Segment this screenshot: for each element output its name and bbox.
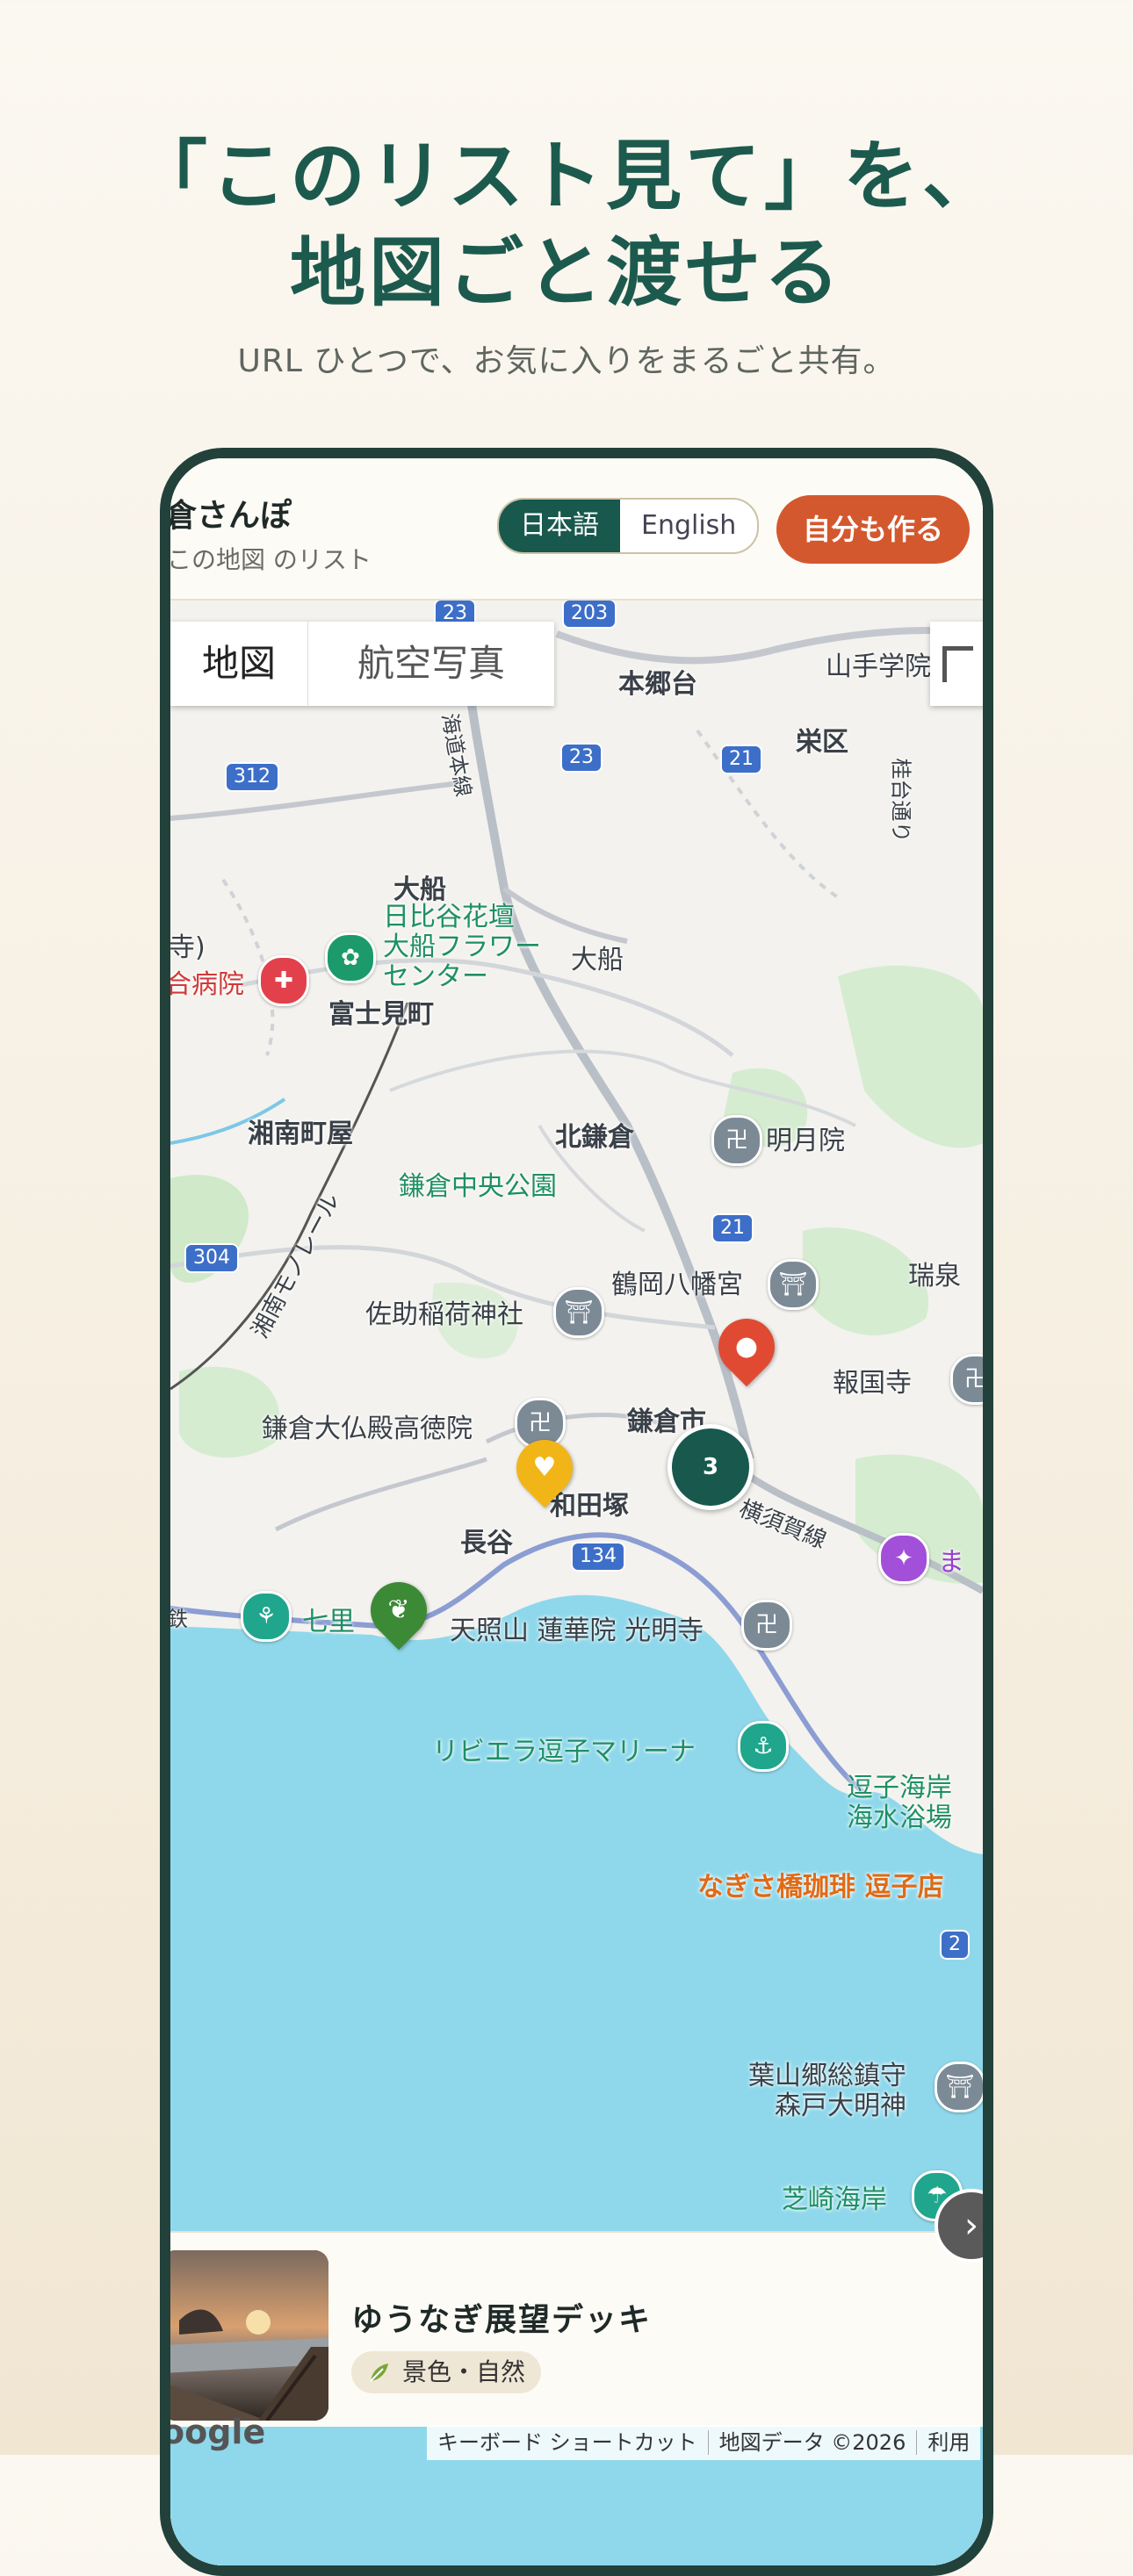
- fullscreen-icon: [942, 646, 973, 682]
- marina-icon[interactable]: ⚓: [738, 1721, 789, 1772]
- map-label: 瑞泉: [908, 1261, 961, 1292]
- hospital-icon[interactable]: ✚: [258, 955, 309, 1006]
- heart-pin-icon[interactable]: ♥: [504, 1428, 585, 1508]
- subheadline: URL ひとつで、お気に入りをまるごと共有。: [237, 343, 896, 379]
- lang-en-button[interactable]: English: [620, 500, 757, 552]
- map-type-map-button[interactable]: 地図: [170, 622, 307, 706]
- map-type-toggle: 地図 航空写真: [170, 622, 555, 706]
- temple-icon[interactable]: 卍: [741, 1600, 792, 1651]
- temple-icon[interactable]: 卍: [711, 1115, 762, 1166]
- keyboard-shortcuts-link[interactable]: キーボード ショートカット: [427, 2430, 709, 2455]
- map-label: 佐助稲荷神社: [365, 1299, 523, 1330]
- park-icon[interactable]: ⚘: [241, 1591, 292, 1642]
- map-label: 日比谷花壇 大船フラワー センター: [383, 902, 541, 992]
- road-shield: 23: [560, 743, 603, 773]
- road-shield: 134: [571, 1542, 625, 1572]
- shrine-icon[interactable]: ⛩: [553, 1287, 604, 1338]
- language-switcher: 日本語 English: [497, 498, 760, 554]
- map-label: 大船: [571, 945, 624, 975]
- shrine-icon[interactable]: ⛩: [935, 2062, 983, 2112]
- map-label: 葉山郷総鎮守 森戸大明神: [748, 2061, 906, 2121]
- place-photo: [170, 2250, 328, 2421]
- map-label: 本郷台: [618, 669, 697, 700]
- google-logo: oogle: [170, 2413, 266, 2451]
- leaf-icon: [370, 2364, 388, 2382]
- road-shield: 21: [711, 1213, 754, 1243]
- map-label: 合病院: [170, 969, 244, 1000]
- map-label: 富士見町: [328, 999, 434, 1030]
- list-subtitle: この地図 のリスト: [170, 545, 372, 574]
- map-label: 逗子海岸 海水浴場: [847, 1773, 952, 1833]
- map-label: なぎさ橋珈琲 逗子店: [697, 1872, 944, 1903]
- road-shield: 21: [720, 745, 762, 774]
- map-label: 報国寺: [833, 1368, 912, 1399]
- lang-ja-button[interactable]: 日本語: [499, 500, 620, 552]
- map-type-satellite-button[interactable]: 航空写真: [307, 622, 554, 706]
- map-label: ま: [938, 1547, 964, 1578]
- app-screen: 倉さんぽ この地図 のリスト 日本語 English 自分も作る 地図 航空写真…: [170, 458, 983, 2565]
- road-shield: 312: [225, 762, 279, 792]
- road-shield: 2: [940, 1930, 970, 1960]
- create-own-button[interactable]: 自分も作る: [776, 495, 971, 564]
- headline-line1: 「このリスト見て」を、: [132, 133, 1001, 220]
- map-data-label: 地図データ ©2026: [708, 2430, 918, 2455]
- flower-icon[interactable]: ✿: [325, 932, 376, 983]
- map-label: 北鎌倉: [555, 1122, 634, 1153]
- terms-link[interactable]: 利用: [917, 2430, 980, 2455]
- place-icon[interactable]: ✦: [878, 1533, 929, 1584]
- leaf-pin-icon[interactable]: ❦: [358, 1570, 439, 1651]
- map-attribution: キーボード ショートカット 地図データ ©2026 利用: [427, 2425, 981, 2460]
- map-label: 桂台通り: [888, 758, 913, 843]
- map-label: 栄区: [796, 727, 848, 758]
- map-label: 七里: [302, 1607, 355, 1637]
- map-label: 鎌倉大仏殿高徳院: [262, 1414, 473, 1444]
- map-label: 明月院: [766, 1126, 845, 1156]
- map-label: 大船: [393, 874, 446, 905]
- map-label: 山手学院: [826, 651, 931, 682]
- headline-line2: 地図ごと渡せる: [290, 229, 843, 317]
- place-card[interactable]: › ゆうなぎ展望デッキ 景色・自然: [170, 2189, 983, 2427]
- category-chip: 景色・自然: [351, 2351, 542, 2393]
- shrine-icon[interactable]: ⛩: [768, 1259, 819, 1310]
- road-shield: 304: [184, 1243, 239, 1273]
- map-label: 鉄: [170, 1601, 188, 1632]
- map-label: 鎌倉中央公園: [399, 1171, 557, 1202]
- map-label: 湘南町屋: [248, 1119, 353, 1149]
- cluster-marker[interactable]: 3: [668, 1424, 754, 1510]
- map-label: 寺): [170, 932, 206, 963]
- place-name: ゆうなぎ展望デッキ: [351, 2302, 653, 2338]
- map-label: 長谷: [460, 1528, 513, 1558]
- road-shield: 203: [562, 599, 617, 629]
- map-label: 芝崎海岸: [782, 2184, 887, 2215]
- map-label: リビエラ逗子マリーナ: [432, 1737, 696, 1767]
- list-title: 倉さんぽ: [170, 498, 292, 534]
- map-label: 鶴岡八幡宮: [611, 1270, 743, 1300]
- food-pin-icon[interactable]: ●: [706, 1306, 787, 1387]
- category-label: 景色・自然: [402, 2357, 526, 2386]
- fullscreen-button[interactable]: [930, 622, 983, 706]
- map-label: 天照山 蓮華院 光明寺: [450, 1615, 704, 1646]
- app-header: 倉さんぽ この地図 のリスト 日本語 English 自分も作る: [170, 458, 983, 601]
- phone-frame: 倉さんぽ この地図 のリスト 日本語 English 自分も作る 地図 航空写真…: [160, 448, 993, 2576]
